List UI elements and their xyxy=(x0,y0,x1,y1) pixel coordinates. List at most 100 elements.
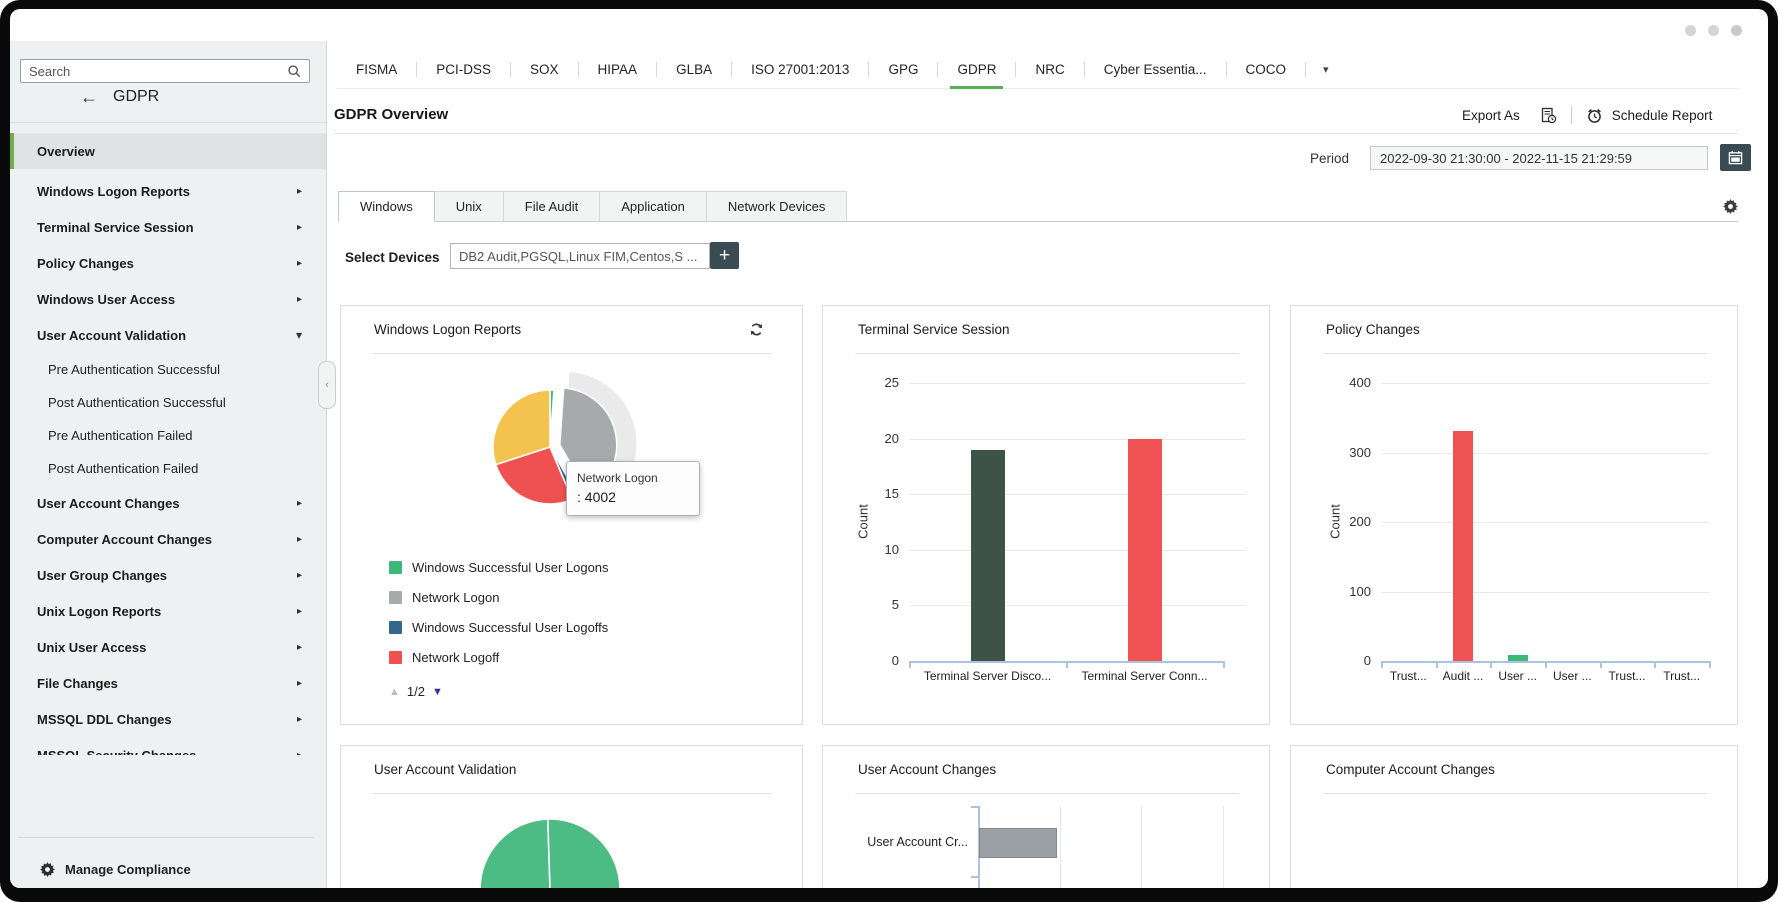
sidebar-item-windows-logon-reports[interactable]: Windows Logon Reports ▸ xyxy=(10,173,326,209)
schedule-report-button[interactable]: Schedule Report xyxy=(1612,108,1713,123)
compliance-tab-hipaa[interactable]: HIPAA xyxy=(579,50,657,88)
legend-item-windows-successful-user-logons[interactable]: Windows Successful User Logons xyxy=(389,552,609,582)
axis-tick xyxy=(1599,661,1602,668)
legend-swatch xyxy=(389,590,402,604)
sidebar-item-mssql-ddl-changes[interactable]: MSSQL DDL Changes ▸ xyxy=(10,701,326,737)
legend-item-windows-successful-user-logoffs[interactable]: Windows Successful User Logoffs xyxy=(389,612,609,642)
sidebar-item-pre-authentication-successful[interactable]: Pre Authentication Successful xyxy=(10,353,326,386)
gridline xyxy=(1141,806,1143,888)
chevron-right-icon: ▸ xyxy=(296,749,302,756)
sidebar-item-unix-user-access[interactable]: Unix User Access ▸ xyxy=(10,629,326,665)
compliance-tab-cyber-essentia[interactable]: Cyber Essentia... xyxy=(1085,50,1226,88)
user-account-validation-pie-chart xyxy=(341,746,802,888)
device-tab-windows[interactable]: Windows xyxy=(338,191,435,222)
page-indicator: 1/2 xyxy=(406,684,425,699)
sidebar-item-label: MSSQL DDL Changes xyxy=(37,711,172,727)
sidebar-collapse-handle[interactable]: ‹ xyxy=(318,361,336,409)
back-arrow-icon[interactable]: ← xyxy=(80,88,98,106)
sidebar-item-terminal-service-session[interactable]: Terminal Service Session ▸ xyxy=(10,209,326,245)
sidebar-item-user-account-changes[interactable]: User Account Changes ▸ xyxy=(10,485,326,521)
compliance-tab-iso-27001-2013[interactable]: ISO 27001:2013 xyxy=(732,50,868,88)
export-as-button[interactable]: Export As xyxy=(1462,108,1520,123)
window-dot-icon xyxy=(1685,25,1696,36)
add-devices-button[interactable]: + xyxy=(710,242,739,269)
divider xyxy=(10,122,326,123)
bar-user-account-cr[interactable] xyxy=(979,828,1057,858)
gridline xyxy=(1381,522,1709,523)
sidebar-item-user-account-validation[interactable]: User Account Validation ▾ xyxy=(10,317,326,353)
sidebar-item-unix-logon-reports[interactable]: Unix Logon Reports ▸ xyxy=(10,593,326,629)
chevron-right-icon: ▸ xyxy=(296,569,302,581)
sidebar-item-computer-account-changes[interactable]: Computer Account Changes ▸ xyxy=(10,521,326,557)
sidebar-item-post-authentication-failed[interactable]: Post Authentication Failed xyxy=(10,452,326,485)
y-tick-label: 5 xyxy=(891,597,899,613)
search-box[interactable] xyxy=(20,59,310,83)
legend-item-network-logon[interactable]: Network Logon xyxy=(389,582,609,612)
axis-tick xyxy=(1654,661,1657,668)
sidebar-item-label: Windows User Access xyxy=(37,291,176,307)
bar-terminal-server-conn[interactable] xyxy=(1127,438,1162,661)
device-tab-unix[interactable]: Unix xyxy=(434,191,504,221)
alarm-clock-icon xyxy=(1587,108,1601,123)
compliance-tab-sox[interactable]: SOX xyxy=(511,50,578,88)
bar-audit[interactable] xyxy=(1453,430,1473,661)
compliance-tab-nrc[interactable]: NRC xyxy=(1016,50,1083,88)
search-icon xyxy=(288,64,301,77)
chevron-right-icon: ▸ xyxy=(296,533,302,545)
axis-tick xyxy=(971,806,978,808)
sidebar-item-file-changes[interactable]: File Changes ▸ xyxy=(10,665,326,701)
pie-slice-item[interactable] xyxy=(479,818,551,888)
bar-terminal-server-disco[interactable] xyxy=(970,449,1005,661)
chevron-right-icon: ▸ xyxy=(296,497,302,509)
sidebar-item-windows-user-access[interactable]: Windows User Access ▸ xyxy=(10,281,326,317)
compliance-tab-pci-dss[interactable]: PCI-DSS xyxy=(417,50,510,88)
compliance-tab-glba[interactable]: GLBA xyxy=(657,50,731,88)
compliance-tab-fisma[interactable]: FISMA xyxy=(337,50,416,88)
page-down-icon[interactable]: ▼ xyxy=(432,686,443,698)
export-report-icon[interactable] xyxy=(1540,107,1557,124)
y-tick-label: 100 xyxy=(1349,583,1371,599)
sidebar-item-post-authentication-successful[interactable]: Post Authentication Successful xyxy=(10,386,326,419)
chevron-right-icon: ▸ xyxy=(296,185,302,197)
gear-icon[interactable] xyxy=(1723,199,1738,214)
sidebar-item-label: User Group Changes xyxy=(37,567,168,583)
sidebar-item-policy-changes[interactable]: Policy Changes ▸ xyxy=(10,245,326,281)
chevron-right-icon: ▸ xyxy=(296,605,302,617)
page-up-icon[interactable]: ▲ xyxy=(389,686,400,698)
sidebar-item-label: Terminal Service Session xyxy=(37,219,194,235)
y-tick-label: 0 xyxy=(1363,653,1371,668)
device-tab-application[interactable]: Application xyxy=(600,191,707,221)
bar-user[interactable] xyxy=(1507,655,1528,661)
legend-pager: ▲ 1/2 ▼ xyxy=(389,684,443,699)
legend-label: Windows Successful User Logoffs xyxy=(412,619,609,635)
sidebar-header-label: GDPR xyxy=(113,88,160,105)
calendar-button[interactable] xyxy=(1720,144,1751,171)
period-input[interactable]: 2022-09-30 21:30:00 - 2022-11-15 21:29:5… xyxy=(1370,146,1708,170)
pie-slice-item[interactable] xyxy=(547,818,621,888)
sidebar-item-pre-authentication-failed[interactable]: Pre Authentication Failed xyxy=(10,419,326,452)
select-devices-input[interactable]: DB2 Audit,PGSQL,Linux FIM,Centos,S ... xyxy=(450,243,710,269)
x-tick-label: User ... xyxy=(1498,669,1537,683)
device-tab-network-devices[interactable]: Network Devices xyxy=(706,191,848,221)
manage-compliance-button[interactable]: Manage Compliance xyxy=(40,862,191,877)
compliance-tab-coco[interactable]: COCO xyxy=(1227,50,1306,88)
chevron-right-icon: ▸ xyxy=(296,677,302,689)
device-tab-file-audit[interactable]: File Audit xyxy=(503,191,601,221)
x-tick-label: User ... xyxy=(1552,669,1592,683)
compliance-tab-gpg[interactable]: GPG xyxy=(869,50,937,88)
legend-item-network-logoff[interactable]: Network Logoff xyxy=(389,642,609,672)
sidebar-item-user-group-changes[interactable]: User Group Changes ▸ xyxy=(10,557,326,593)
gridline xyxy=(909,605,1246,607)
compliance-tabs-more-button[interactable]: ▾ xyxy=(1306,63,1346,76)
chevron-right-icon: ▸ xyxy=(296,257,302,269)
sidebar-item-overview[interactable]: Overview xyxy=(10,133,326,169)
sidebar-item-label: Unix Logon Reports xyxy=(37,603,162,619)
axis-tick xyxy=(1490,661,1493,668)
compliance-tab-gdpr[interactable]: GDPR xyxy=(938,50,1015,89)
card-user-account-changes: User Account Changes User Account Cr... xyxy=(822,745,1270,888)
calendar-icon xyxy=(1728,150,1743,165)
search-input[interactable] xyxy=(21,63,287,79)
axis-tick xyxy=(909,661,911,668)
terminal-service-bar-chart: Count 0 5 10 15 20 25 Terminal Server Disco... T… xyxy=(823,306,1269,724)
sidebar-item-mssql-security-changes[interactable]: MSSQL Security Changes ▸ xyxy=(10,737,326,756)
